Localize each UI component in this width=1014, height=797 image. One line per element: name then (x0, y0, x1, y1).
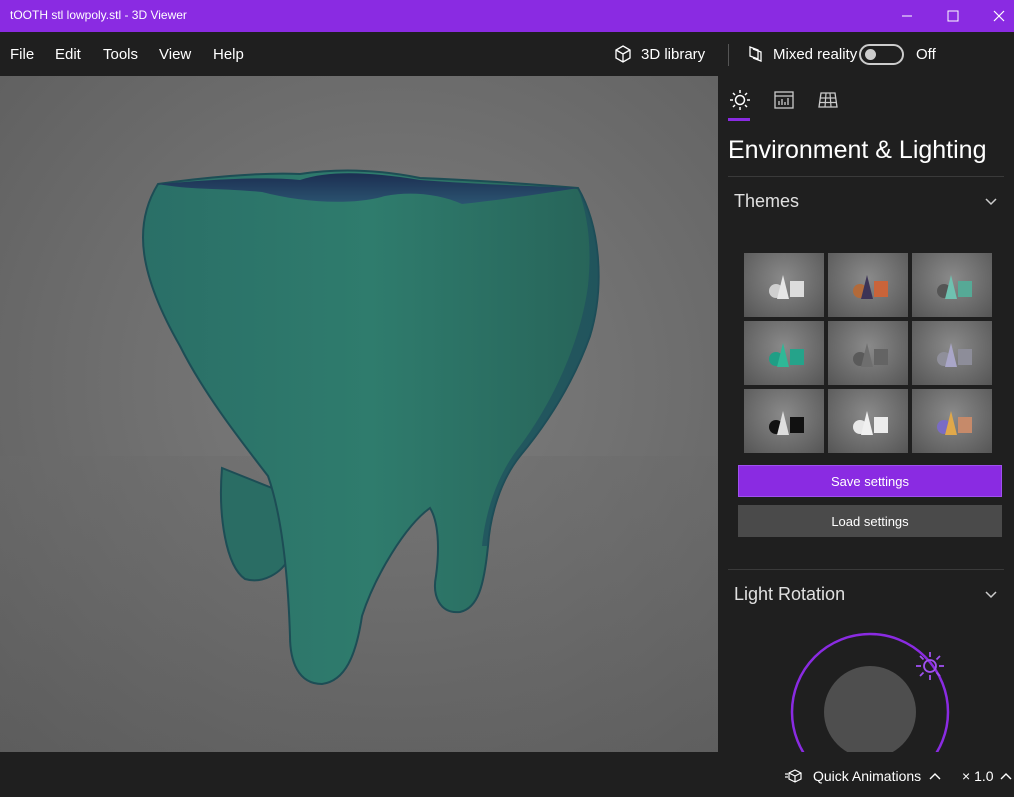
divider (728, 569, 1004, 570)
menu-help[interactable]: Help (213, 46, 244, 63)
active-tab-indicator (728, 118, 750, 121)
mixed-reality-label: Mixed reality (773, 45, 858, 63)
theme-tile[interactable] (828, 321, 908, 385)
theme-preview-shapes (769, 275, 804, 299)
chevron-down-icon[interactable] (984, 195, 998, 209)
tab-stats-shading[interactable] (772, 88, 796, 112)
theme-preview-shapes (853, 275, 888, 299)
theme-preview-shapes (769, 343, 804, 367)
themes-heading[interactable]: Themes (734, 191, 799, 212)
toggle-knob (865, 49, 876, 60)
panel-title: Environment & Lighting (728, 136, 987, 164)
tab-environment-lighting[interactable] (728, 88, 752, 112)
menu-tools[interactable]: Tools (103, 46, 138, 63)
menu-bar: File Edit Tools View Help 3D library Mix… (0, 32, 1014, 76)
grid-icon (818, 92, 838, 108)
animation-speed-label: × 1.0 (962, 768, 994, 784)
menu-edit[interactable]: Edit (55, 46, 81, 63)
minimize-button[interactable] (884, 0, 930, 32)
close-button[interactable] (976, 0, 1014, 32)
tooth-model[interactable] (0, 76, 718, 752)
cube-icon (615, 45, 631, 63)
close-icon (993, 10, 1005, 22)
maximize-button[interactable] (930, 0, 976, 32)
mixed-reality-toggle[interactable] (859, 44, 904, 65)
chevron-down-icon[interactable] (984, 588, 998, 602)
3d-library-label: 3D library (641, 45, 706, 63)
theme-preview-shapes (937, 275, 972, 299)
theme-tile[interactable] (744, 253, 824, 317)
theme-preview-shapes (937, 343, 972, 367)
theme-tile[interactable] (828, 253, 908, 317)
menu-file[interactable]: File (10, 46, 34, 63)
mixed-reality-state: Off (916, 46, 936, 63)
window-title: tOOTH stl lowpoly.stl - 3D Viewer (10, 8, 187, 22)
animation-speed-button[interactable]: × 1.0 (962, 768, 1012, 784)
maximize-icon (947, 10, 959, 22)
animation-cube-icon (785, 769, 802, 783)
theme-tile[interactable] (828, 389, 908, 453)
quick-animations-label: Quick Animations (813, 768, 922, 784)
theme-tile[interactable] (912, 253, 992, 317)
mixed-reality-icon (749, 46, 762, 62)
sun-icon (730, 90, 750, 110)
divider (728, 176, 1004, 177)
theme-preview-shapes (853, 411, 888, 435)
minimize-icon (902, 15, 912, 17)
load-settings-button[interactable]: Load settings (738, 505, 1002, 537)
menu-separator (728, 44, 729, 66)
chevron-up-icon (1000, 773, 1012, 780)
save-settings-button[interactable]: Save settings (738, 465, 1002, 497)
stats-chart-icon (774, 91, 794, 109)
status-bar: Quick Animations × 1.0 (0, 752, 1014, 797)
side-panel: Environment & Lighting Themes Save setti… (718, 76, 1014, 752)
theme-tile[interactable] (912, 321, 992, 385)
mixed-reality-button[interactable]: Mixed reality (745, 44, 857, 64)
theme-tile[interactable] (744, 321, 824, 385)
theme-tile[interactable] (912, 389, 992, 453)
theme-preview-shapes (853, 343, 888, 367)
theme-preview-shapes (769, 411, 804, 435)
theme-tile[interactable] (744, 389, 824, 453)
quick-animations-button[interactable]: Quick Animations (785, 768, 941, 784)
chevron-up-icon (929, 773, 941, 780)
theme-preview-shapes (937, 411, 972, 435)
light-rotation-dial[interactable] (718, 632, 1014, 752)
menu-view[interactable]: View (159, 46, 191, 63)
3d-library-button[interactable]: 3D library (613, 44, 705, 64)
3d-viewport[interactable] (0, 76, 718, 752)
tab-mesh[interactable] (816, 88, 840, 112)
light-sun-handle-icon (916, 652, 944, 680)
title-bar: tOOTH stl lowpoly.stl - 3D Viewer (0, 0, 1014, 32)
light-rotation-heading[interactable]: Light Rotation (734, 584, 845, 605)
